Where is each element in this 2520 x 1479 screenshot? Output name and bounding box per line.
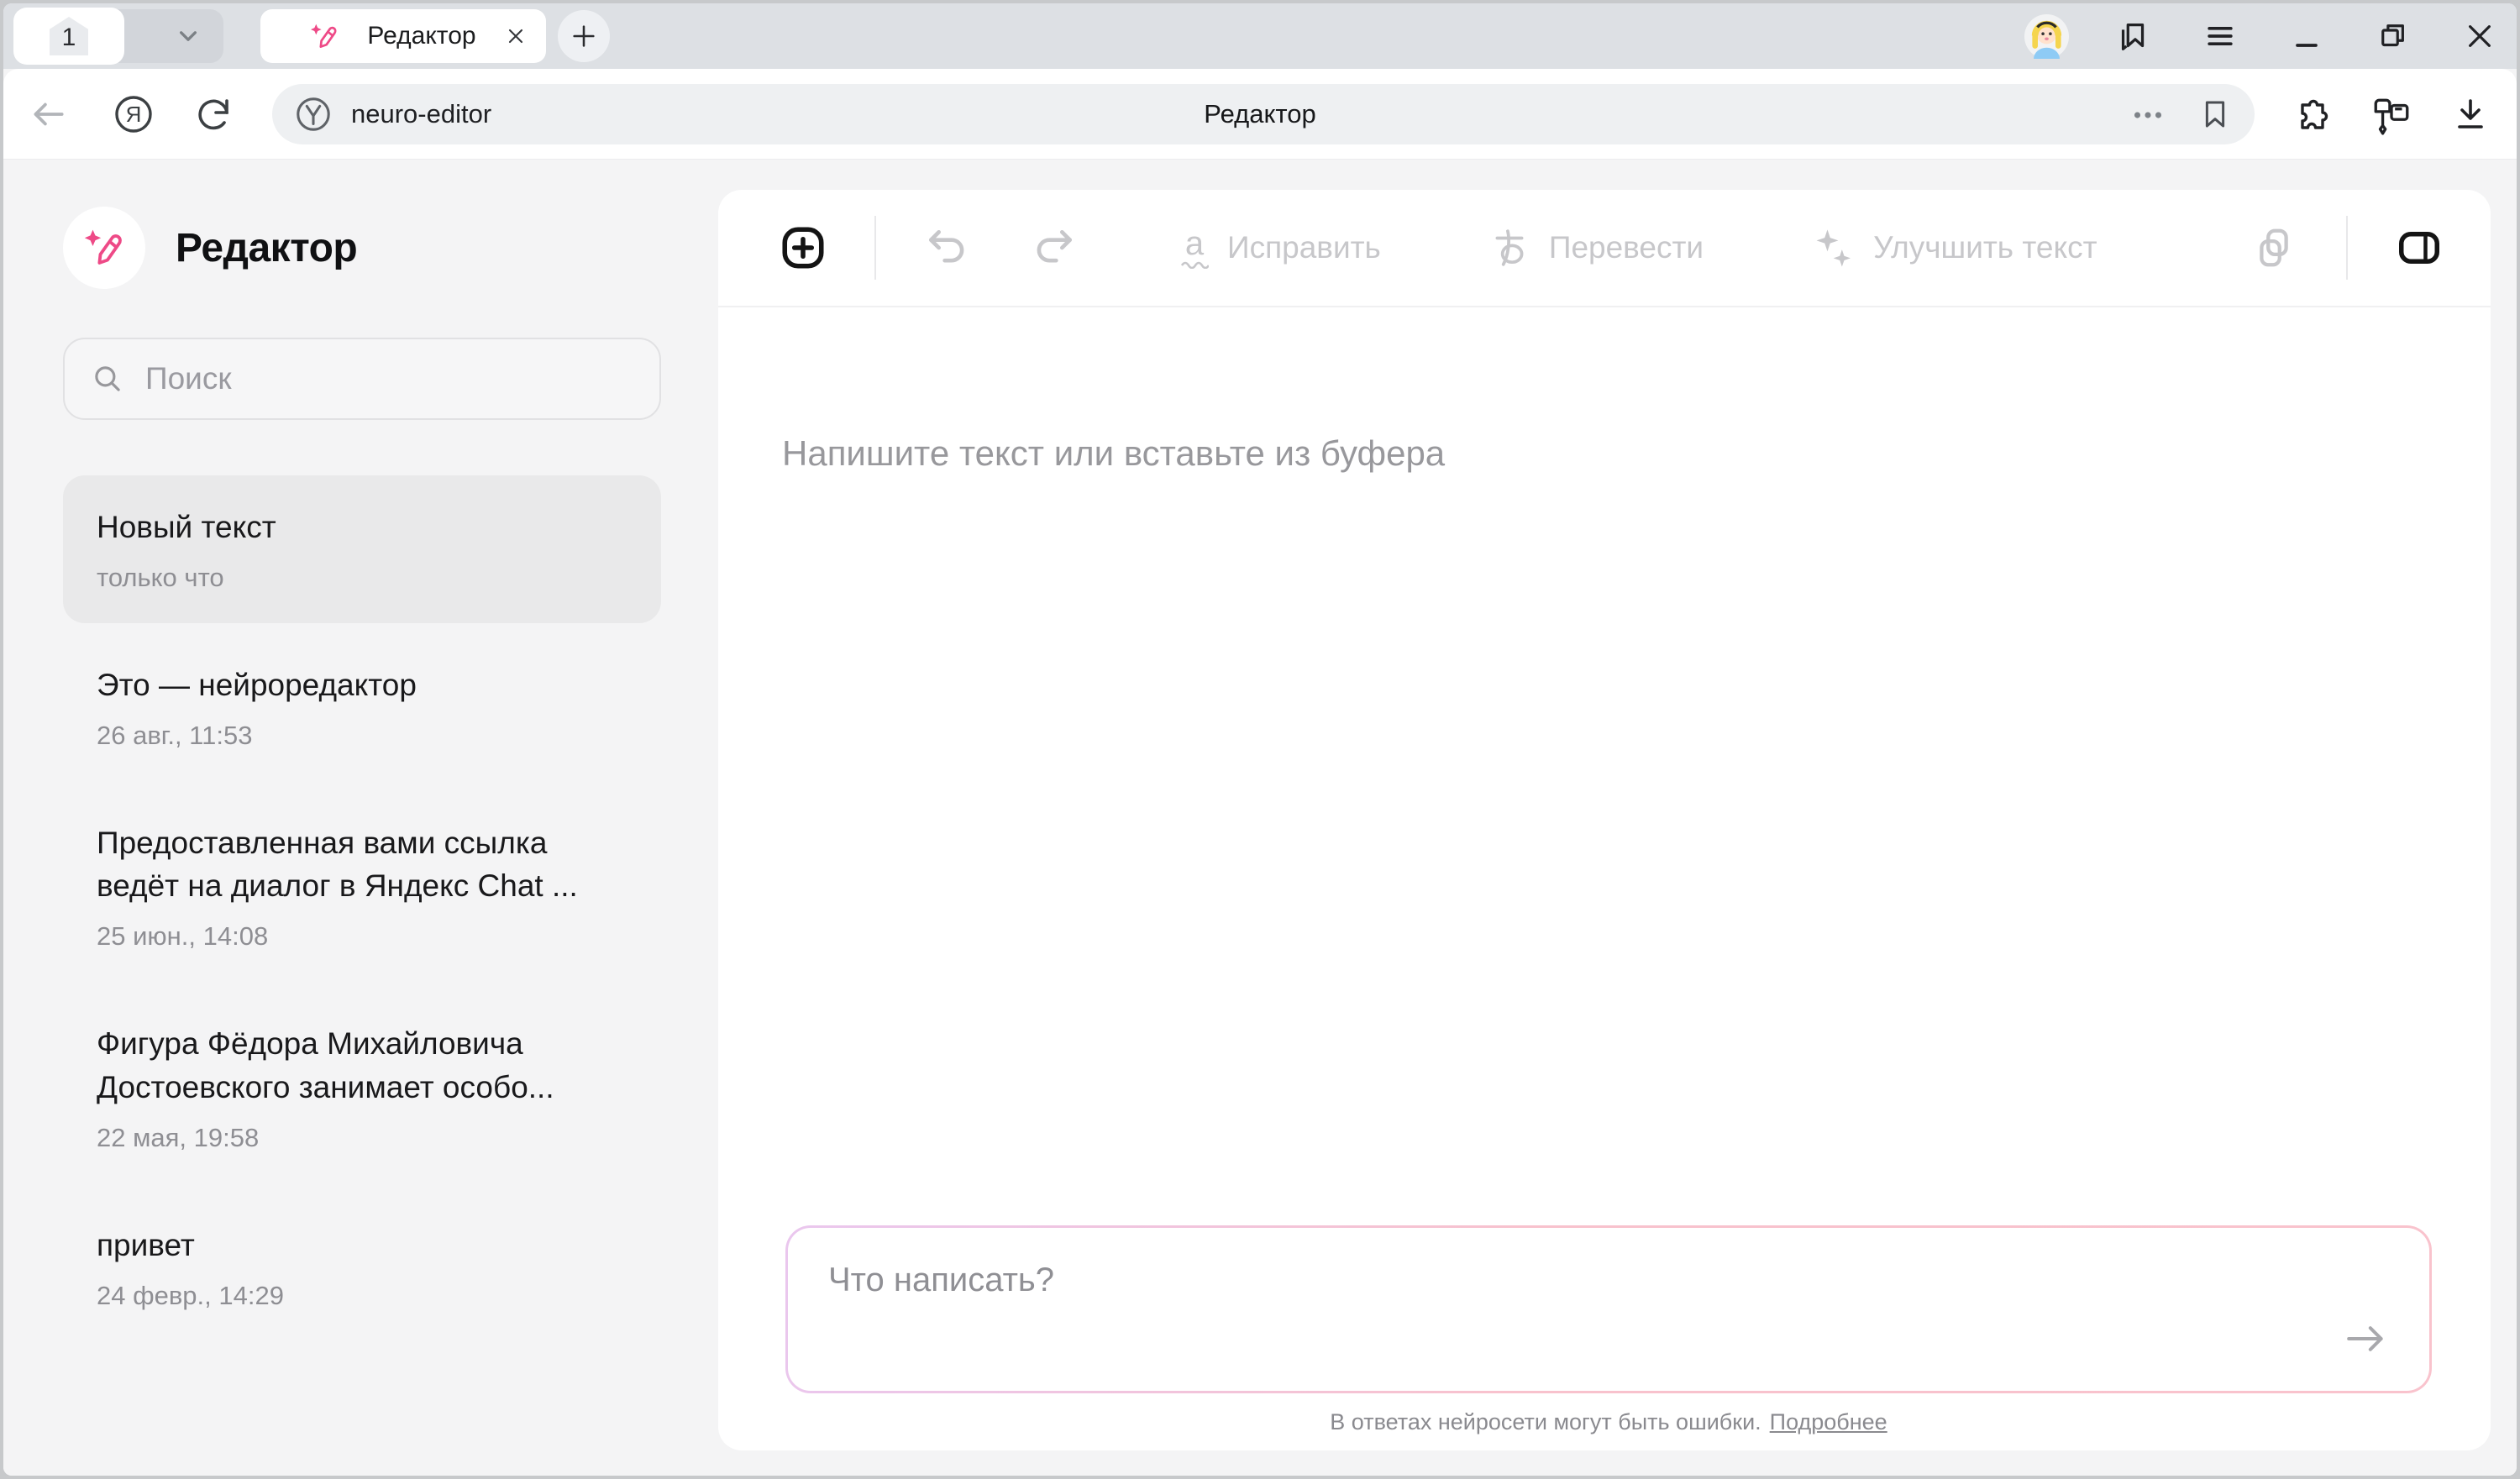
bookmarks-icon[interactable] (2111, 14, 2155, 59)
prompt-input[interactable] (788, 1228, 2429, 1391)
avatar[interactable] (2024, 14, 2069, 59)
downloads-icon[interactable] (2449, 93, 2491, 135)
undo-icon[interactable] (920, 224, 974, 271)
sidebar: Редактор Новый текст только что Это — не… (3, 160, 718, 1476)
editor-placeholder: Напишите текст или вставьте из буфера (782, 433, 2423, 474)
close-window-icon[interactable] (2457, 14, 2502, 59)
new-document-icon[interactable] (777, 223, 829, 272)
editor-toolbar: а Исправить Перевести Улучшить текст (718, 190, 2491, 307)
prompt-box (788, 1228, 2429, 1391)
app-title: Редактор (176, 225, 357, 271)
back-icon[interactable] (27, 93, 69, 135)
panel-toggle-icon[interactable] (2391, 223, 2447, 273)
tab-group-button[interactable]: 1 (13, 8, 124, 65)
address-bar: Я neuro-editor Редактор (3, 69, 2517, 160)
prompt-box-border (785, 1225, 2432, 1393)
document-date: 24 февр., 14:29 (97, 1281, 627, 1311)
document-title: Предоставленная вами ссылка ведёт на диа… (97, 821, 601, 909)
app-logo-icon (63, 207, 145, 289)
search-box[interactable] (63, 338, 661, 420)
tab-title: Редактор (339, 22, 504, 50)
document-date: 25 июн., 14:08 (97, 921, 627, 952)
tab-bar: 1 Редактор (3, 3, 2517, 69)
passwords-icon[interactable] (2370, 93, 2412, 135)
redo-icon[interactable] (1027, 224, 1081, 271)
disclaimer: В ответах нейросети могут быть ошибки. П… (785, 1393, 2432, 1450)
tab-group-count-badge: 1 (50, 17, 88, 55)
reload-icon[interactable] (193, 93, 235, 135)
list-item[interactable]: Это — нейроредактор 26 авг., 11:53 (63, 633, 661, 781)
document-date: 22 мая, 19:58 (97, 1123, 627, 1153)
search-icon (90, 361, 125, 396)
chevron-down-icon[interactable] (171, 19, 205, 53)
disclaimer-link[interactable]: Подробнее (1770, 1409, 1887, 1435)
editor-panel: а Исправить Перевести Улучшить текст (718, 190, 2491, 1450)
new-tab-button[interactable] (558, 10, 610, 62)
tab-group-count: 1 (62, 24, 76, 52)
prompt-section: В ответах нейросети могут быть ошибки. П… (718, 1225, 2491, 1450)
close-tab-icon[interactable] (504, 24, 528, 48)
more-icon[interactable] (2127, 93, 2169, 135)
fix-button[interactable]: а Исправить (1180, 227, 1381, 269)
translate-label: Перевести (1549, 230, 1704, 265)
toolbar-divider (2346, 216, 2348, 280)
yandex-icon[interactable]: Я (113, 93, 155, 135)
menu-icon[interactable] (2197, 14, 2242, 59)
minimize-icon[interactable] (2284, 14, 2328, 59)
document-list: Новый текст только что Это — нейроредакт… (63, 475, 661, 1341)
editor-text-area[interactable]: Напишите текст или вставьте из буфера (718, 307, 2491, 1225)
url-bar[interactable]: neuro-editor (272, 84, 2255, 144)
address-bar-right-icons (2292, 93, 2491, 135)
app-logo-row: Редактор (63, 207, 718, 289)
translate-button[interactable]: Перевести (1488, 227, 1704, 269)
url-text: neuro-editor (351, 99, 491, 129)
document-title: Это — нейроредактор (97, 663, 601, 707)
extensions-icon[interactable] (2292, 93, 2334, 135)
document-title: Новый текст (97, 506, 601, 549)
list-item[interactable]: Предоставленная вами ссылка ведёт на диа… (63, 791, 661, 983)
list-item[interactable]: привет 24 февр., 14:29 (63, 1193, 661, 1341)
svg-text:Я: Я (126, 102, 142, 127)
list-item[interactable]: Новый текст только что (63, 475, 661, 623)
restore-icon[interactable] (2370, 14, 2415, 59)
fix-label: Исправить (1227, 230, 1381, 265)
search-input[interactable] (144, 360, 634, 397)
site-icon (294, 95, 333, 134)
copy-icon[interactable] (2249, 225, 2299, 270)
bookmark-page-icon[interactable] (2197, 97, 2233, 132)
active-tab[interactable]: Редактор (260, 9, 546, 63)
document-date: только что (97, 563, 627, 593)
tab-bar-right-controls (2024, 3, 2502, 69)
toolbar-divider (874, 216, 876, 280)
wand-icon (307, 20, 339, 52)
improve-button[interactable]: Улучшить текст (1811, 226, 2097, 270)
list-item[interactable]: Фигура Фёдора Михайловича Достоевского з… (63, 992, 661, 1183)
document-title: привет (97, 1224, 601, 1267)
send-icon[interactable] (2340, 1314, 2391, 1364)
fix-icon: а (1180, 227, 1209, 269)
improve-label: Улучшить текст (1873, 230, 2097, 265)
page-content: Редактор Новый текст только что Это — не… (3, 160, 2517, 1476)
disclaimer-text: В ответах нейросети могут быть ошибки. (1330, 1409, 1761, 1435)
browser-window: 1 Редактор (3, 3, 2517, 1476)
translate-icon (1488, 227, 1530, 269)
screenshot-frame: 1 Редактор (0, 0, 2520, 1479)
sparkles-icon (1811, 226, 1855, 270)
document-title: Фигура Фёдора Михайловича Достоевского з… (97, 1022, 601, 1109)
document-date: 26 авг., 11:53 (97, 721, 627, 751)
